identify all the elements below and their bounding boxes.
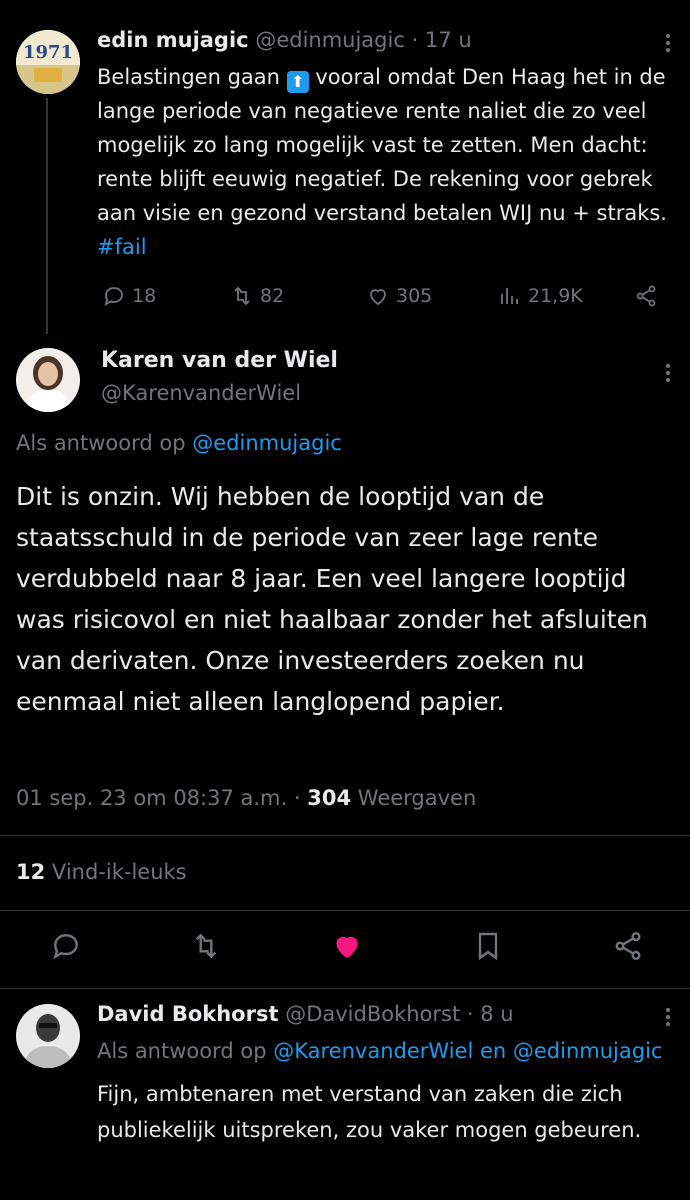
display-name[interactable]: David Bokhorst [97,1002,279,1026]
share-button[interactable] [634,284,658,308]
bookmark-icon [478,932,498,961]
like-button[interactable]: 305 [366,284,432,308]
retweet-button[interactable] [190,930,222,966]
likes-stat[interactable]: 12 Vind-ik-leuks [16,860,187,884]
avatar-edin[interactable]: 1971 [16,30,80,94]
reply-button[interactable] [50,930,82,966]
handle[interactable]: @edinmujagic [255,28,405,52]
views-count: 304 [307,786,352,810]
reply-context: Als antwoord op @edinmujagic [16,431,342,455]
timestamp[interactable]: 01 sep. 23 om 08:37 a.m. [16,786,287,810]
share-icon [636,285,656,307]
up-arrow-emoji: ⬆ [286,71,309,93]
share-icon [615,932,641,960]
avatar-text: 1971 [22,42,74,63]
display-name[interactable]: Karen van der Wiel [101,348,338,373]
tweet1-actions: 18 82 305 21,9K [102,284,662,312]
retweet-button[interactable]: 82 [230,284,284,308]
timestamp[interactable]: · 17 u [412,28,472,52]
handle[interactable]: @KarenvanderWiel [101,381,301,405]
divider [0,835,690,836]
like-icon [370,289,386,306]
views-icon [501,288,518,304]
reply-icon [53,934,78,960]
bookmark-button[interactable] [472,930,504,966]
like-icon [336,936,358,959]
thread-line [46,98,48,334]
tweet1-text: Belastingen gaan ⬆ vooral omdat Den Haag… [97,65,667,259]
divider [0,910,690,911]
tweet-meta: 01 sep. 23 om 08:37 a.m. · 304 Weergaven [16,786,477,810]
mention-link[interactable]: @edinmujagic [192,431,342,455]
reply-button[interactable]: 18 [102,284,156,308]
divider [0,988,690,989]
reply-context: Als antwoord op @KarenvanderWiel en @edi… [97,1039,663,1063]
more-icon[interactable] [665,364,671,382]
like-button[interactable] [331,930,363,966]
display-name[interactable]: edin mujagic [97,28,249,52]
handle[interactable]: @DavidBokhorst [285,1002,460,1026]
more-icon[interactable] [665,1008,671,1026]
hashtag-link[interactable]: #fail [97,235,147,259]
retweet-icon [195,933,217,959]
tweet3-text: Fijn, ambtenaren met verstand van zaken … [97,1082,642,1142]
reply-icon [104,287,123,306]
tweet3-header: David Bokhorst @DavidBokhorst · 8 u [97,1002,514,1026]
timestamp[interactable]: · 8 u [467,1002,514,1026]
more-icon[interactable] [665,34,671,52]
mention-link[interactable]: @KarenvanderWiel en @edinmujagic [273,1039,662,1063]
main-actions [0,930,690,966]
tweet1-header: edin mujagic @edinmujagic · 17 u [97,28,472,52]
share-button[interactable] [612,930,644,966]
retweet-icon [234,286,250,306]
avatar-karen[interactable] [16,348,80,412]
main-tweet-text: Dit is onzin. Wij hebben de looptijd van… [16,482,648,716]
views-button[interactable]: 21,9K [498,284,583,308]
views-label: Weergaven [357,786,477,810]
avatar-david[interactable] [16,1004,80,1068]
